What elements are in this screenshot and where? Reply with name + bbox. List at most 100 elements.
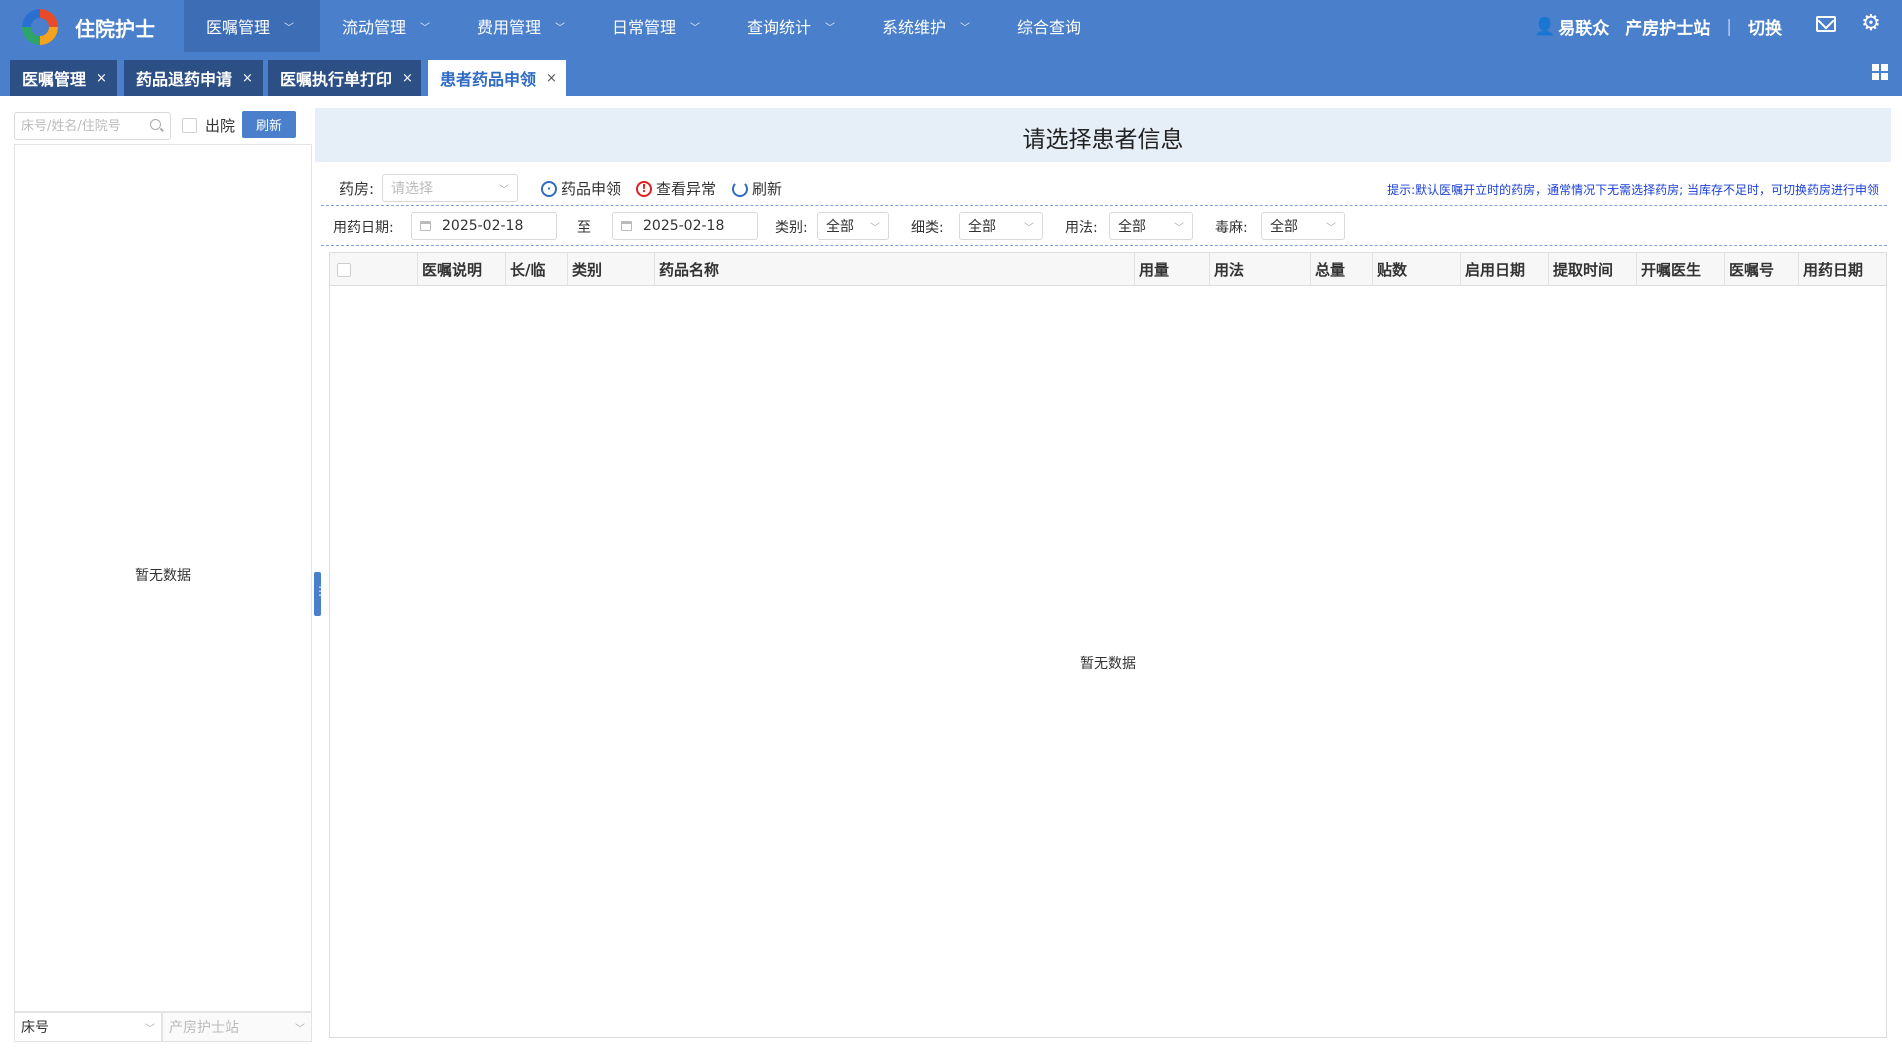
column-header[interactable]: 总量 bbox=[1311, 253, 1373, 286]
main-refresh-button[interactable]: 刷新 bbox=[732, 178, 782, 199]
tab-exec-print[interactable]: 医嘱执行单打印 × bbox=[268, 60, 421, 96]
patient-search-input[interactable] bbox=[14, 112, 171, 140]
pharmacy-label: 药房: bbox=[339, 180, 375, 198]
gear-icon[interactable]: ⚙ bbox=[1860, 13, 1882, 35]
close-icon[interactable]: × bbox=[242, 71, 253, 86]
nav-item-query[interactable]: 综合查询 bbox=[995, 0, 1103, 52]
mail-icon[interactable] bbox=[1816, 16, 1836, 32]
patient-panel: 出院 刷新 暂无数据 床号 ﹀ 产房护士站 ﹀ bbox=[14, 108, 312, 1042]
column-header[interactable]: 用法 bbox=[1210, 253, 1311, 286]
app-logo-icon bbox=[22, 9, 58, 45]
tab-label: 医嘱执行单打印 bbox=[280, 70, 393, 89]
column-header[interactable]: 医嘱号 bbox=[1725, 253, 1799, 286]
category-label: 类别: bbox=[775, 220, 808, 236]
narcotic-value: 全部 bbox=[1270, 219, 1298, 235]
category-select[interactable]: 全部 ﹀ bbox=[817, 212, 889, 240]
header-band: 请选择患者信息 bbox=[315, 108, 1891, 162]
view-abnormal-label: 查看异常 bbox=[656, 180, 717, 198]
station-select-value: 产房护士站 bbox=[169, 1020, 239, 1036]
close-icon[interactable]: × bbox=[546, 71, 557, 86]
empty-state: 暂无数据 bbox=[1080, 656, 1136, 672]
column-header[interactable]: 用量 bbox=[1135, 253, 1210, 286]
user-name[interactable]: 👤 易联众 bbox=[1534, 14, 1610, 40]
chevron-down-icon: ﹀ bbox=[960, 22, 971, 34]
user-area: 👤 易联众 产房护士站 | 切换 bbox=[1534, 14, 1782, 40]
warning-icon: ! bbox=[636, 180, 652, 197]
date-from-value: 2025-02-18 bbox=[442, 218, 524, 234]
switch-link[interactable]: 切换 bbox=[1748, 14, 1782, 39]
nav-item-label: 医嘱管理 bbox=[206, 18, 271, 37]
usage-label: 用法: bbox=[1065, 220, 1098, 236]
nav-item-stats[interactable]: 查询统计 ﹀ bbox=[725, 0, 860, 52]
nav-item-orders[interactable]: 医嘱管理 ﹀ bbox=[184, 0, 320, 52]
close-icon[interactable]: × bbox=[402, 71, 413, 86]
date-label: 用药日期: bbox=[333, 220, 394, 236]
user-name-text: 易联众 bbox=[1558, 19, 1610, 39]
orders-table: 医嘱说明 长/临 类别 药品名称 用量 用法 总量 贴数 启用日期 提取时间 开… bbox=[329, 252, 1887, 1038]
nav-item-daily[interactable]: 日常管理 ﹀ bbox=[590, 0, 725, 52]
column-header[interactable]: 医嘱说明 bbox=[418, 253, 506, 286]
select-all-cell bbox=[330, 253, 418, 286]
chevron-down-icon: ﹀ bbox=[295, 1023, 305, 1035]
subcategory-select[interactable]: 全部 ﹀ bbox=[959, 212, 1043, 240]
chevron-down-icon: ﹀ bbox=[145, 1023, 155, 1035]
discharged-label: 出院 bbox=[205, 117, 236, 135]
nav-item-label: 费用管理 bbox=[477, 18, 542, 37]
column-header[interactable]: 长/临 bbox=[506, 253, 568, 286]
view-abnormal-button[interactable]: ! 查看异常 bbox=[636, 178, 716, 199]
table-header: 医嘱说明 长/临 类别 药品名称 用量 用法 总量 贴数 启用日期 提取时间 开… bbox=[330, 253, 1886, 286]
filter-bar: 用药日期: 2025-02-18 至 2025-02-18 类别: 全部 ﹀ 细类… bbox=[321, 206, 1887, 246]
column-header[interactable]: 药品名称 bbox=[655, 253, 1135, 286]
drug-apply-button[interactable]: · 药品申领 bbox=[541, 178, 621, 199]
chevron-down-icon: ﹀ bbox=[1024, 222, 1034, 234]
drug-apply-label: 药品申领 bbox=[561, 180, 622, 198]
tab-label: 药品退药申请 bbox=[136, 70, 233, 89]
station-name: 产房护士站 bbox=[1625, 19, 1711, 39]
chevron-down-icon: ﹀ bbox=[420, 22, 431, 34]
tab-drug-apply[interactable]: 患者药品申领 × bbox=[428, 60, 566, 96]
nav-item-label: 查询统计 bbox=[747, 18, 812, 37]
close-icon[interactable]: × bbox=[96, 71, 107, 86]
search-icon[interactable] bbox=[150, 119, 161, 130]
select-all-checkbox[interactable] bbox=[337, 262, 351, 277]
narcotic-select[interactable]: 全部 ﹀ bbox=[1261, 212, 1345, 240]
station-select[interactable]: 产房护士站 ﹀ bbox=[162, 1012, 312, 1042]
column-header[interactable]: 贴数 bbox=[1373, 253, 1461, 286]
nav-item-flow[interactable]: 流动管理 ﹀ bbox=[320, 0, 455, 52]
divider: | bbox=[1726, 16, 1732, 37]
grid-menu-icon[interactable] bbox=[1872, 64, 1888, 80]
nav-item-system[interactable]: 系统维护 ﹀ bbox=[860, 0, 995, 52]
column-header[interactable]: 开嘱医生 bbox=[1637, 253, 1725, 286]
app-title: 住院护士 bbox=[75, 17, 155, 41]
empty-state: 暂无数据 bbox=[135, 568, 191, 584]
to-label: 至 bbox=[577, 220, 591, 236]
chevron-down-icon: ﹀ bbox=[284, 22, 295, 34]
usage-select[interactable]: 全部 ﹀ bbox=[1109, 212, 1193, 240]
date-from-input[interactable]: 2025-02-18 bbox=[411, 212, 557, 240]
category-value: 全部 bbox=[826, 219, 854, 235]
chevron-down-icon: ﹀ bbox=[1174, 222, 1184, 234]
sort-select[interactable]: 床号 ﹀ bbox=[14, 1012, 162, 1042]
column-header[interactable]: 类别 bbox=[568, 253, 655, 286]
nav-item-fees[interactable]: 费用管理 ﹀ bbox=[455, 0, 590, 52]
column-header[interactable]: 用药日期 bbox=[1799, 253, 1886, 286]
tab-orders[interactable]: 医嘱管理 × bbox=[10, 60, 117, 96]
calendar-icon bbox=[621, 221, 632, 231]
tab-drug-return[interactable]: 药品退药申请 × bbox=[124, 60, 263, 96]
column-header[interactable]: 提取时间 bbox=[1549, 253, 1637, 286]
sort-select-value: 床号 bbox=[21, 1020, 49, 1036]
date-to-input[interactable]: 2025-02-18 bbox=[612, 212, 758, 240]
patient-refresh-button[interactable]: 刷新 bbox=[242, 111, 296, 138]
main-refresh-label: 刷新 bbox=[752, 180, 783, 198]
top-nav-bar: 住院护士 医嘱管理 ﹀ 流动管理 ﹀ 费用管理 ﹀ 日常管理 ﹀ 查询统计 ﹀ 系统维护 ﹀… bbox=[0, 0, 1902, 52]
pharmacy-select[interactable]: 请选择 ﹀ bbox=[382, 174, 518, 202]
column-header[interactable]: 启用日期 bbox=[1461, 253, 1549, 286]
gear-icon: · bbox=[541, 180, 557, 197]
toolbar: 药房: 请选择 ﹀ · 药品申领 ! 查看异常 刷新 提示:默认医嘱开立时的药房，通常… bbox=[321, 170, 1887, 206]
date-to-value: 2025-02-18 bbox=[643, 218, 725, 234]
hint-text: 提示:默认医嘱开立时的药房，通常情况下无需选择药房; 当库存不足时，可切换药房进… bbox=[1387, 183, 1879, 197]
discharged-checkbox[interactable] bbox=[182, 118, 197, 133]
patient-list[interactable]: 暂无数据 bbox=[14, 144, 312, 1012]
chevron-down-icon: ﹀ bbox=[499, 184, 509, 196]
tab-strip: 医嘱管理 × 药品退药申请 × 医嘱执行单打印 × 患者药品申领 × bbox=[0, 52, 1902, 96]
